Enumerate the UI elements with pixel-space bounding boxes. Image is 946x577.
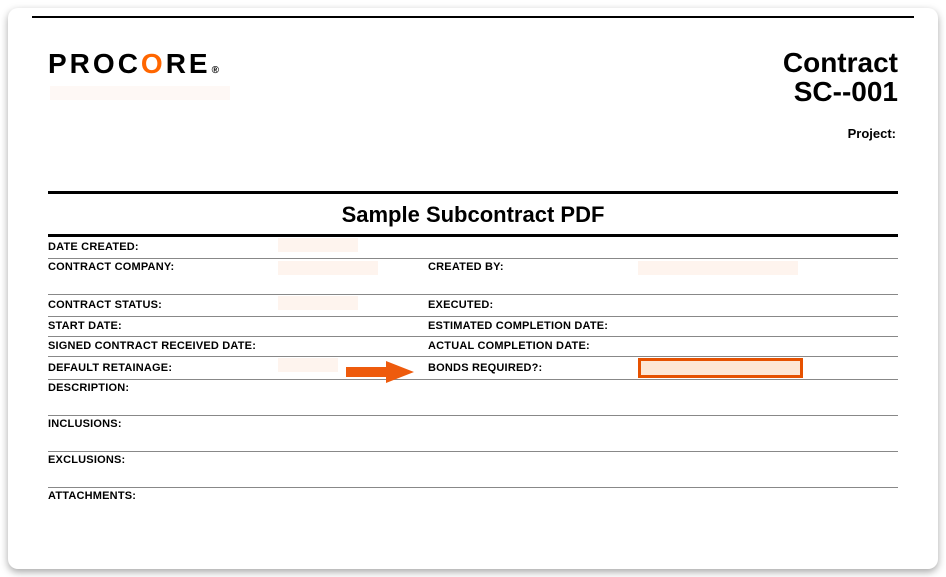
- value-created-by: [638, 261, 898, 280]
- redacted-value: [278, 238, 358, 252]
- fields-table: DATE CREATED: CONTRACT COMPANY: CREATED …: [48, 234, 898, 524]
- label-inclusions: INCLUSIONS:: [48, 418, 122, 430]
- row-contract-company: CONTRACT COMPANY: CREATED BY:: [48, 259, 898, 295]
- document-title: Sample Subcontract PDF: [48, 194, 898, 234]
- header-row: PROCORE® Contract SC--001: [48, 48, 898, 107]
- row-start-date: START DATE: ESTIMATED COMPLETION DATE:: [48, 317, 898, 337]
- row-contract-status: CONTRACT STATUS: EXECUTED:: [48, 295, 898, 317]
- label-actual-completion: ACTUAL COMPLETION DATE:: [428, 340, 638, 352]
- label-estimated-completion: ESTIMATED COMPLETION DATE:: [428, 320, 638, 332]
- highlight-box-annotation: [638, 358, 803, 378]
- label-contract-company: CONTRACT COMPANY:: [48, 261, 278, 273]
- arrow-annotation-icon: [346, 359, 416, 385]
- label-bonds-required-text: BONDS REQUIRED?:: [428, 362, 542, 374]
- redacted-value: [638, 261, 798, 275]
- label-signed-received: SIGNED CONTRACT RECEIVED DATE:: [48, 340, 278, 352]
- label-created-by: CREATED BY:: [428, 261, 638, 273]
- redacted-value: [278, 296, 358, 310]
- label-contract-status: CONTRACT STATUS:: [48, 299, 278, 311]
- logo-text-o1: O: [93, 48, 118, 80]
- value-bonds-required: [638, 358, 898, 378]
- label-bonds-required: BONDS REQUIRED?:: [428, 362, 638, 374]
- row-exclusions: EXCLUSIONS:: [48, 452, 898, 488]
- document-page: PROCORE® Contract SC--001 Project: Sampl…: [8, 8, 938, 569]
- contract-title: Contract: [783, 48, 898, 77]
- title-block: Contract SC--001: [783, 48, 898, 107]
- row-date-created: DATE CREATED:: [48, 237, 898, 259]
- row-attachments: ATTACHMENTS:: [48, 488, 898, 524]
- logo-text-o2: O: [141, 48, 166, 80]
- logo-text-pre: PR: [48, 48, 93, 80]
- project-row: Project:: [48, 125, 896, 143]
- row-signed-received: SIGNED CONTRACT RECEIVED DATE: ACTUAL CO…: [48, 337, 898, 357]
- row-default-retainage: DEFAULT RETAINAGE: BONDS REQUIRED?:: [48, 357, 898, 380]
- label-exclusions: EXCLUSIONS:: [48, 454, 125, 466]
- value-contract-company: [278, 261, 428, 280]
- label-default-retainage: DEFAULT RETAINAGE:: [48, 362, 278, 374]
- logo-text-post: RE: [166, 48, 211, 80]
- logo-text-mid: C: [118, 48, 141, 80]
- redacted-value: [278, 358, 338, 372]
- label-date-created: DATE CREATED:: [48, 241, 278, 253]
- label-executed: EXECUTED:: [428, 299, 638, 311]
- project-label: Project:: [848, 126, 896, 141]
- redacted-value: [278, 261, 378, 275]
- label-start-date: START DATE:: [48, 320, 278, 332]
- row-inclusions: INCLUSIONS:: [48, 416, 898, 452]
- document-body: PROCORE® Contract SC--001 Project: Sampl…: [8, 18, 938, 534]
- procore-logo: PROCORE®: [48, 48, 230, 80]
- logo-registered: ®: [212, 65, 219, 76]
- label-attachments: ATTACHMENTS:: [48, 490, 136, 502]
- row-description: DESCRIPTION:: [48, 380, 898, 416]
- contract-number: SC--001: [783, 77, 898, 106]
- label-description: DESCRIPTION:: [48, 382, 129, 394]
- value-contract-status: [278, 296, 428, 315]
- logo-block: PROCORE®: [48, 48, 230, 100]
- redacted-company-name: [50, 86, 230, 100]
- value-date-created: [278, 238, 428, 257]
